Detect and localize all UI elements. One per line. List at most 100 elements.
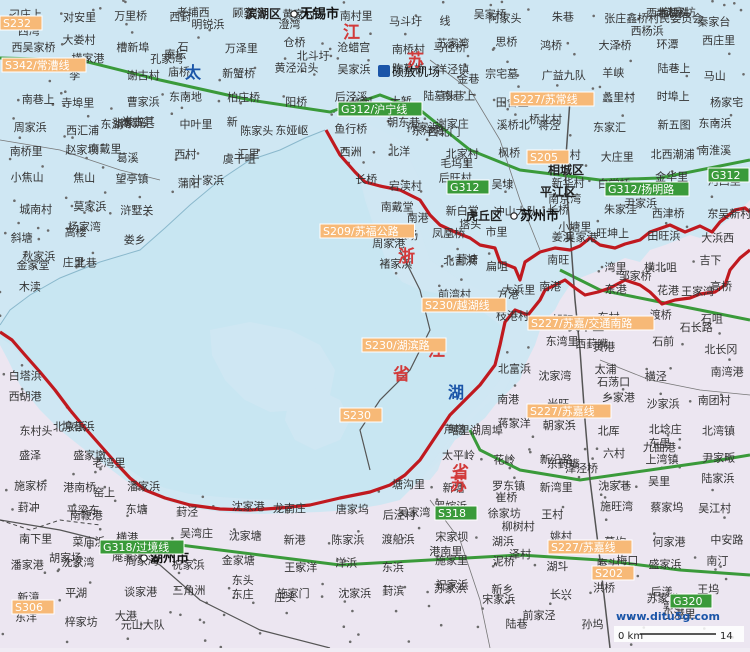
village-dot: [13, 199, 16, 202]
place-label: 葑泾: [176, 505, 198, 518]
place-label: 明锐浜: [191, 17, 224, 31]
village-dot: [343, 600, 347, 603]
road-shield-s205[interactable]: S205: [526, 149, 570, 165]
village-dot: [202, 621, 206, 624]
place-label: 白塔浜: [9, 368, 42, 382]
place-label: 鱼行桥: [334, 122, 367, 136]
village-dot: [394, 609, 398, 613]
place-label: 柏庄桥: [227, 90, 260, 104]
place-label: 新蟹桥: [222, 66, 255, 80]
place-label: 沙家浜: [647, 396, 680, 410]
city-marker-wuxi[interactable]: [290, 10, 298, 18]
road-shield-label: S209/苏福公路: [323, 224, 399, 238]
village-dot: [5, 488, 8, 492]
place-label: 蠡里村: [602, 90, 635, 104]
village-dot: [177, 571, 181, 575]
road-shield-g312[interactable]: G312: [446, 179, 490, 195]
road-shield-s230_yue[interactable]: S230/越湖线: [421, 297, 507, 313]
place-label: 南港: [497, 393, 519, 406]
place-label: 大浜西: [701, 231, 734, 245]
road-shield-g312_yangming[interactable]: G312/扬明路: [604, 181, 690, 197]
village-dot: [441, 0, 445, 4]
place-label: 葑滨: [382, 583, 404, 597]
road-shield-s342[interactable]: S342/常漕线: [1, 57, 87, 73]
road-shield-g312_wx[interactable]: G312/沪宁线: [337, 101, 423, 117]
place-label: 汇里: [238, 147, 260, 160]
road-shield-s232[interactable]: S232: [0, 15, 43, 31]
village-dot: [724, 577, 728, 581]
road-shield-label: S227/苏嘉线: [530, 404, 595, 418]
airport-icon[interactable]: [378, 65, 390, 77]
village-dot: [664, 221, 668, 225]
place-label: 桥北村: [529, 112, 562, 126]
village-dot: [372, 151, 376, 154]
village-dot: [427, 604, 431, 608]
village-dot: [598, 85, 602, 89]
road-shield-s230_small[interactable]: S230: [339, 407, 383, 423]
place-label: 南港: [407, 212, 429, 225]
place-label: 花港: [657, 284, 679, 297]
place-label: 施家里: [435, 553, 468, 567]
place-label: 三角洲: [172, 584, 205, 597]
road-shield-label: G312/沪宁线: [341, 102, 407, 116]
place-label: 罗东镇: [492, 479, 525, 493]
road-shield-s209[interactable]: S209/苏福公路: [319, 223, 415, 239]
place-label: 宕渎村: [389, 179, 422, 193]
place-label: 米古其: [122, 115, 155, 128]
place-label: 毛坞里: [440, 156, 473, 170]
place-label: 塘沟里: [392, 477, 425, 491]
city-label-suzhou[interactable]: 苏州市: [520, 208, 559, 224]
place-label: 横北咀: [644, 260, 677, 274]
place-label: 长桥: [355, 173, 377, 186]
place-label: 王村: [541, 507, 563, 521]
village-dot: [528, 448, 531, 451]
village-dot: [527, 346, 530, 349]
place-label: 徐家坊: [488, 506, 521, 520]
road-shield-s202[interactable]: S202: [591, 565, 635, 581]
road-shield-label: G312/扬明路: [608, 182, 674, 196]
village-dot: [723, 3, 726, 7]
road-shield-s306[interactable]: S306: [11, 599, 55, 615]
village-dot: [394, 271, 398, 275]
road-shield-s227_mid[interactable]: S227/苏嘉线: [526, 403, 612, 419]
map-svg[interactable]: 刁庄上 对安里 万里桥 老埔西 顾家湾 黄家村 南村里 马斗圩线阿家头 朱巷 张庄鑫桥村民委员会老…: [0, 0, 750, 649]
place-label: 东家汇: [593, 120, 626, 134]
map-canvas[interactable]: 刁庄上 对安里 万里桥 老埔西 顾家湾 黄家村 南村里 马斗圩线阿家头 朱巷 张庄鑫桥村民委员会老…: [0, 0, 750, 649]
road-shield-label: G312: [450, 181, 480, 194]
village-dot: [330, 113, 334, 116]
village-dot: [180, 106, 184, 110]
road-shield-s318[interactable]: S318: [434, 505, 478, 521]
place-label: 陆巷上: [658, 61, 691, 75]
place-label: 东塘: [126, 502, 148, 516]
road-shield-s230_hubin[interactable]: S230/湖滨路: [361, 337, 447, 353]
village-dot: [475, 536, 478, 539]
place-label: 澄湾: [279, 17, 301, 31]
city-marker-huzhou[interactable]: [140, 554, 148, 562]
place-label: 蒋家洋: [498, 416, 531, 430]
place-label: 西庄里: [702, 33, 735, 47]
village-dot: [599, 493, 603, 497]
village-dot: [36, 226, 40, 230]
village-dot: [718, 332, 721, 335]
village-dot: [659, 392, 662, 396]
city-marker-suzhou[interactable]: [510, 212, 518, 220]
city-label-wuxi[interactable]: 无锡市: [299, 6, 339, 22]
place-label: 吴家桥: [474, 7, 507, 21]
village-dot: [218, 78, 221, 82]
road-shield-s227_jiaotong[interactable]: S227/苏嘉/交通南路: [527, 315, 655, 331]
village-dot: [583, 447, 587, 451]
place-label: 王家湾: [681, 284, 714, 298]
road-shield-s227_north[interactable]: S227/苏常线: [509, 91, 595, 107]
road-shield-g318[interactable]: G318/过境线: [99, 539, 185, 555]
village-dot: [64, 90, 67, 93]
place-label: 陈家浜: [331, 532, 364, 546]
road-shield-g312_right[interactable]: G312: [707, 167, 750, 183]
road-shield-s227_south[interactable]: S227/苏嘉线: [547, 539, 633, 555]
place-label: 大泽桥: [599, 38, 632, 52]
place-label: 尹家畈: [702, 451, 735, 465]
place-label: 杨家湾: [68, 220, 101, 234]
road-shield-g320[interactable]: G320: [669, 593, 713, 609]
road-shield-label: G312: [711, 169, 741, 182]
place-label: 石长路: [680, 321, 713, 334]
airport-label[interactable]: 硕放机场: [392, 64, 440, 79]
